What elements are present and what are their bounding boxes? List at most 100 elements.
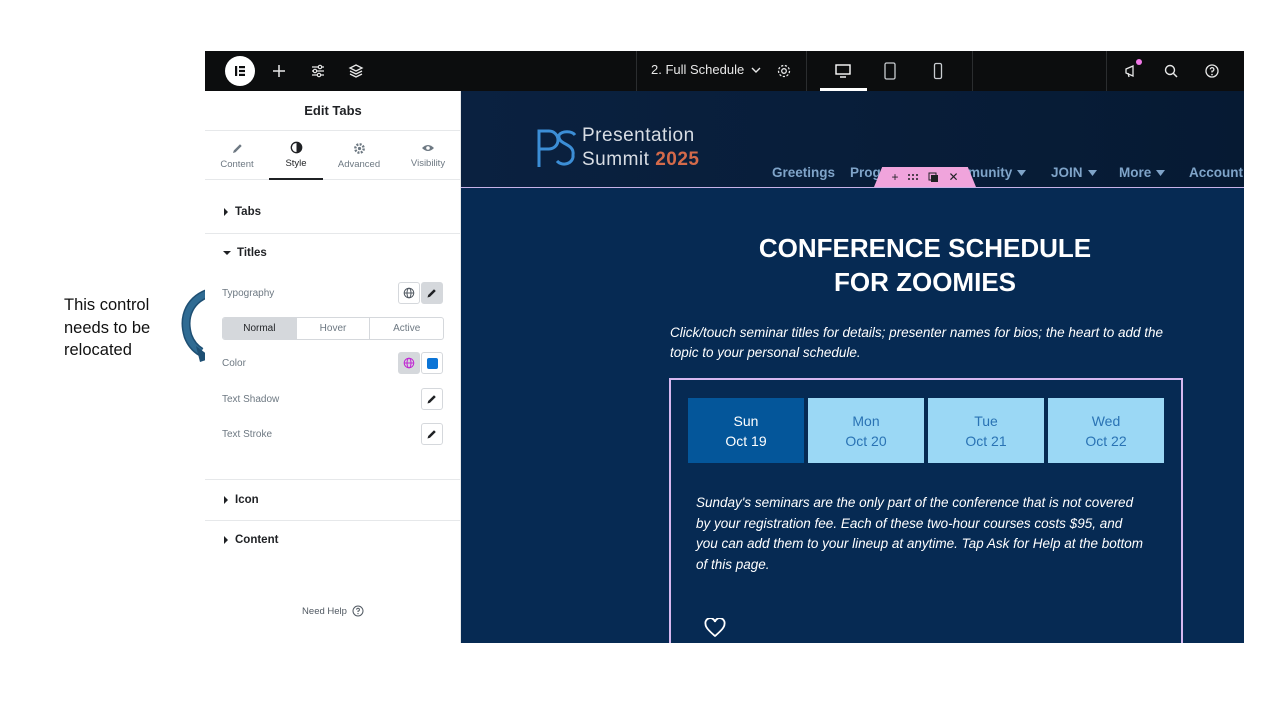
state-normal[interactable]: Normal	[223, 318, 297, 339]
nav-more[interactable]: More	[1119, 165, 1166, 180]
intro-text: Click/touch seminar titles for details; …	[670, 325, 1163, 360]
tab-label: Style	[285, 157, 307, 169]
panel-tabs: Content Style Advanced Visibility	[205, 131, 461, 180]
edit-text-shadow-button[interactable]	[421, 388, 443, 410]
section-tabs[interactable]: Tabs	[223, 206, 261, 218]
day-tab-sun[interactable]: Sun Oct 19	[688, 398, 804, 463]
need-help-label: Need Help	[302, 605, 347, 617]
section-icon[interactable]: Icon	[223, 494, 259, 506]
nav-community[interactable]: munity	[968, 165, 1027, 180]
section-label: Icon	[235, 494, 259, 506]
schedule-title-line1: CONFERENCE SCHEDULE	[758, 233, 1092, 263]
globe-icon	[403, 287, 415, 299]
global-color-button[interactable]	[398, 352, 420, 374]
pencil-icon	[427, 395, 436, 404]
state-switcher: Normal Hover Active	[222, 317, 444, 340]
element-edit-toolbar: + ✕	[874, 167, 976, 187]
day-date: Oct 20	[845, 432, 887, 449]
caret-down-icon	[223, 251, 231, 255]
ps-logo-icon	[537, 129, 577, 167]
tab-description: Sunday's seminars are the only part of t…	[696, 495, 1144, 572]
panel-title: Edit Tabs	[205, 91, 461, 131]
nav-label: Prog	[850, 165, 881, 180]
close-icon[interactable]: ✕	[948, 170, 958, 184]
add-element-plus-icon[interactable]: +	[891, 170, 898, 184]
brand-year: 2025	[655, 149, 700, 170]
half-circle-icon	[290, 141, 302, 153]
nav-program[interactable]: Prog	[850, 165, 881, 180]
section-label: Content	[235, 534, 279, 546]
text-shadow-label: Text Shadow	[222, 394, 280, 405]
color-swatch-button[interactable]	[421, 352, 443, 374]
need-help-link[interactable]: Need Help	[205, 605, 461, 617]
nav-label: JOIN	[1051, 165, 1083, 180]
mobile-device-icon[interactable]	[926, 59, 950, 83]
pencil-icon	[427, 289, 436, 298]
elementor-logo-icon[interactable]	[225, 56, 255, 86]
color-label: Color	[222, 358, 246, 369]
page-name: 2. Full Schedule	[651, 62, 745, 77]
color-swatch	[426, 357, 438, 369]
day-name: Wed	[1091, 412, 1121, 429]
edit-typography-button[interactable]	[421, 282, 443, 304]
day-tab-tue[interactable]: Tue Oct 21	[928, 398, 1044, 463]
day-date: Oct 19	[725, 432, 767, 449]
tab-advanced[interactable]: Advanced	[327, 131, 391, 180]
day-name: Tue	[974, 412, 998, 429]
add-element-icon[interactable]	[267, 59, 291, 83]
global-typography-button[interactable]	[398, 282, 420, 304]
help-icon[interactable]	[1200, 59, 1224, 83]
caret-down-icon	[1087, 169, 1097, 176]
site-header: Presentation Summit 2025 Greetings Prog …	[461, 91, 1244, 188]
duplicate-icon[interactable]	[928, 172, 939, 183]
day-tab-wed[interactable]: Wed Oct 22	[1048, 398, 1164, 463]
section-titles[interactable]: Titles	[223, 247, 267, 259]
tablet-device-icon[interactable]	[878, 59, 902, 83]
search-icon[interactable]	[1159, 59, 1183, 83]
nav-greetings[interactable]: Greetings	[772, 165, 835, 180]
desktop-device-icon[interactable]	[831, 59, 855, 83]
section-label: Tabs	[235, 206, 261, 218]
nav-account[interactable]: Account	[1189, 165, 1243, 180]
day-date: Oct 22	[1085, 432, 1127, 449]
nav-join[interactable]: JOIN	[1051, 165, 1097, 180]
day-date: Oct 21	[965, 432, 1007, 449]
tab-visibility[interactable]: Visibility	[395, 131, 461, 180]
pencil-icon	[427, 430, 436, 439]
caret-down-icon	[1017, 169, 1027, 176]
caret-right-icon	[224, 536, 228, 544]
page-selector[interactable]: 2. Full Schedule	[651, 62, 762, 77]
tab-content[interactable]: Content	[205, 131, 269, 180]
drag-handle-icon[interactable]	[907, 173, 919, 181]
typography-label: Typography	[222, 288, 275, 299]
caret-right-icon	[224, 208, 228, 216]
heart-icon[interactable]	[704, 618, 726, 638]
text-stroke-label: Text Stroke	[222, 429, 273, 440]
nav-label: More	[1119, 165, 1152, 180]
eye-icon	[422, 145, 434, 151]
layers-icon[interactable]	[344, 59, 368, 83]
schedule-title-line2: FOR ZOOMIES	[834, 267, 1016, 297]
state-hover[interactable]: Hover	[297, 318, 371, 339]
state-active[interactable]: Active	[370, 318, 443, 339]
nav-label: Account	[1189, 165, 1243, 180]
caret-right-icon	[224, 496, 228, 504]
help-icon	[352, 605, 364, 617]
chevron-down-icon	[751, 67, 761, 73]
day-name: Mon	[852, 412, 880, 429]
section-content[interactable]: Content	[223, 534, 278, 546]
edit-panel: Edit Tabs Content Style Advanced Visibil…	[205, 91, 461, 643]
annotation-text: This control needs to be relocated	[64, 296, 151, 359]
tab-label: Content	[220, 158, 254, 170]
site-settings-icon[interactable]	[306, 59, 330, 83]
day-tab-mon[interactable]: Mon Oct 20	[808, 398, 924, 463]
tab-style[interactable]: Style	[269, 131, 323, 180]
page-preview-canvas: Presentation Summit 2025 Greetings Prog …	[461, 91, 1244, 643]
editor-window: 2. Full Schedule Edit Tabs Content Style…	[205, 51, 1244, 643]
brand-summit: Summit	[582, 149, 650, 170]
tab-label: Advanced	[337, 158, 381, 170]
edit-text-stroke-button[interactable]	[421, 423, 443, 445]
notification-dot	[1136, 59, 1142, 65]
globe-icon	[403, 357, 415, 369]
page-settings-gear-icon[interactable]	[772, 59, 796, 83]
